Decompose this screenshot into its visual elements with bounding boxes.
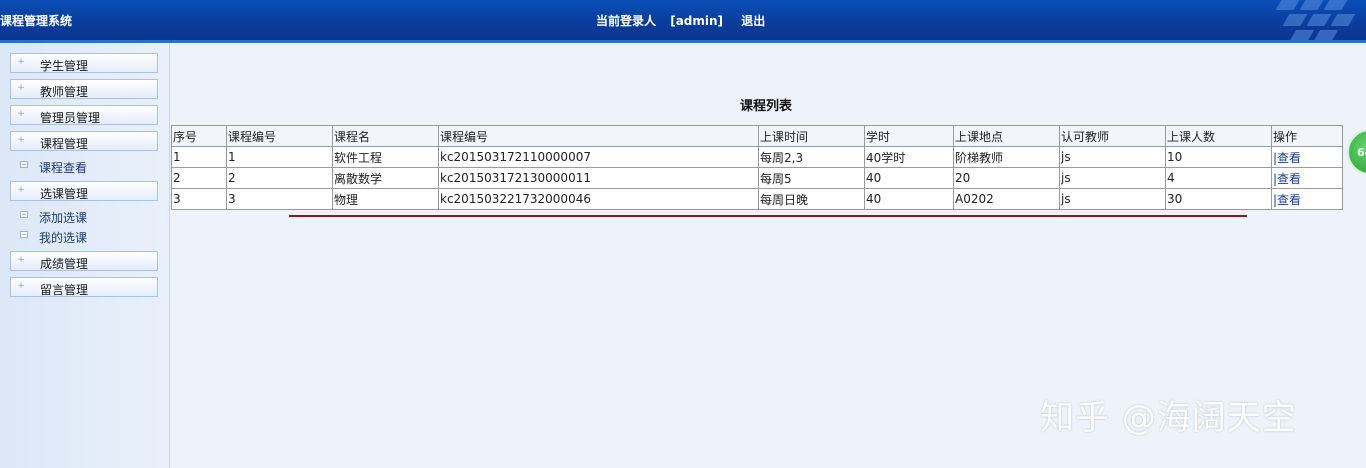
table-cell: 40学时 <box>864 146 954 168</box>
menu-admin-management[interactable]: + 管理员管理 <box>10 105 158 125</box>
table-cell: 20 <box>953 167 1060 189</box>
divider-line <box>289 215 1247 217</box>
column-header: 认可教师 <box>1059 125 1166 147</box>
menu-student-management[interactable]: + 学生管理 <box>10 53 158 73</box>
table-row: 3 3 物理 kc201503221732000046 每周日晚 40 A020… <box>171 188 1343 210</box>
view-link[interactable]: |查看 <box>1273 193 1301 207</box>
table-cell: js <box>1059 167 1166 189</box>
table-cell: 离散数学 <box>332 167 439 189</box>
expand-icon: + <box>17 255 25 265</box>
column-header: 上课地点 <box>953 125 1060 147</box>
column-header: 上课人数 <box>1165 125 1272 147</box>
watermark: 知乎 @海阔天空 <box>1040 398 1297 438</box>
menu-label: 管理员管理 <box>40 111 101 125</box>
menu-course-management[interactable]: + 课程管理 <box>10 131 158 151</box>
table-cell: 每周2,3 <box>758 146 865 168</box>
column-header: 上课时间 <box>758 125 865 147</box>
logout-link[interactable]: 退出 <box>741 14 765 28</box>
table-cell: 每周日晚 <box>758 188 865 210</box>
menu-selection-management[interactable]: + 选课管理 <box>10 181 158 201</box>
header-decoration-icon <box>1275 0 1356 40</box>
column-header: 课程编号 <box>438 125 759 147</box>
current-user: [admin] <box>670 14 724 28</box>
submenu-bullet-icon <box>20 161 28 168</box>
page-title: 课程列表 <box>740 99 793 114</box>
table-row: 2 2 离散数学 kc201503172130000011 每周5 40 20 … <box>171 167 1343 189</box>
expand-icon: + <box>17 109 25 119</box>
submenu-label: 课程查看 <box>39 161 88 175</box>
table-cell: 4 <box>1165 167 1272 189</box>
column-header: 课程名 <box>332 125 439 147</box>
column-header: 课程编号 <box>226 125 333 147</box>
table-row: 1 1 软件工程 kc201503172110000007 每周2,3 40学时… <box>171 146 1343 168</box>
menu-label: 课程管理 <box>40 137 89 151</box>
table-cell: 2 <box>226 167 333 189</box>
table-cell: A0202 <box>953 188 1060 210</box>
table-cell: 10 <box>1165 146 1272 168</box>
badge-text: 64 <box>1357 146 1366 159</box>
submenu-label: 添加选课 <box>39 211 88 225</box>
expand-icon: + <box>17 185 25 195</box>
expand-icon: + <box>17 83 25 93</box>
sidebar: + 学生管理 + 教师管理 + 管理员管理 + 课程管理 课程查看 + 选课管理… <box>0 43 170 468</box>
menu-label: 成绩管理 <box>40 257 89 271</box>
table-cell: 1 <box>226 146 333 168</box>
table-cell: 阶梯教师 <box>953 146 1060 168</box>
table-cell: 3 <box>226 188 333 210</box>
table-cell: 1 <box>171 146 227 168</box>
menu-message-management[interactable]: + 留言管理 <box>10 277 158 297</box>
table-cell: kc201503221732000046 <box>438 188 759 210</box>
action-cell: |查看 <box>1271 146 1343 168</box>
table-cell: js <box>1059 188 1166 210</box>
table-cell: 40 <box>864 188 954 210</box>
login-info: 当前登录人 [admin] 退出 <box>596 12 765 29</box>
table-cell: 40 <box>864 167 954 189</box>
table-cell: kc201503172130000011 <box>438 167 759 189</box>
table-header-row: 序号 课程编号 课程名 课程编号 上课时间 学时 上课地点 认可教师 上课人数 … <box>171 125 1343 147</box>
submenu-label: 我的选课 <box>39 231 88 245</box>
table-cell: 30 <box>1165 188 1272 210</box>
course-table: 序号 课程编号 课程名 课程编号 上课时间 学时 上课地点 认可教师 上课人数 … <box>171 125 1343 210</box>
table-cell: kc201503172110000007 <box>438 146 759 168</box>
column-header: 序号 <box>171 125 227 147</box>
expand-icon: + <box>17 281 25 291</box>
table-cell: js <box>1059 146 1166 168</box>
expand-icon: + <box>17 135 25 145</box>
view-link[interactable]: |查看 <box>1273 172 1301 186</box>
menu-label: 教师管理 <box>40 85 89 99</box>
menu-label: 学生管理 <box>40 59 89 73</box>
app-title: 课程管理系统 <box>0 14 73 28</box>
top-header: 课程管理系统 当前登录人 [admin] 退出 <box>0 0 1366 43</box>
login-label: 当前登录人 <box>596 14 657 28</box>
menu-label: 留言管理 <box>40 283 89 297</box>
view-link[interactable]: |查看 <box>1273 151 1301 165</box>
submenu-bullet-icon <box>20 231 28 238</box>
expand-icon: + <box>17 57 25 67</box>
table-cell: 2 <box>171 167 227 189</box>
menu-grade-management[interactable]: + 成绩管理 <box>10 251 158 271</box>
column-header: 操作 <box>1271 125 1343 147</box>
action-cell: |查看 <box>1271 167 1343 189</box>
table-cell: 软件工程 <box>332 146 439 168</box>
menu-teacher-management[interactable]: + 教师管理 <box>10 79 158 99</box>
action-cell: |查看 <box>1271 188 1343 210</box>
menu-label: 选课管理 <box>40 187 89 201</box>
table-cell: 每周5 <box>758 167 865 189</box>
submenu-bullet-icon <box>20 211 28 218</box>
table-cell: 物理 <box>332 188 439 210</box>
table-cell: 3 <box>171 188 227 210</box>
column-header: 学时 <box>864 125 954 147</box>
